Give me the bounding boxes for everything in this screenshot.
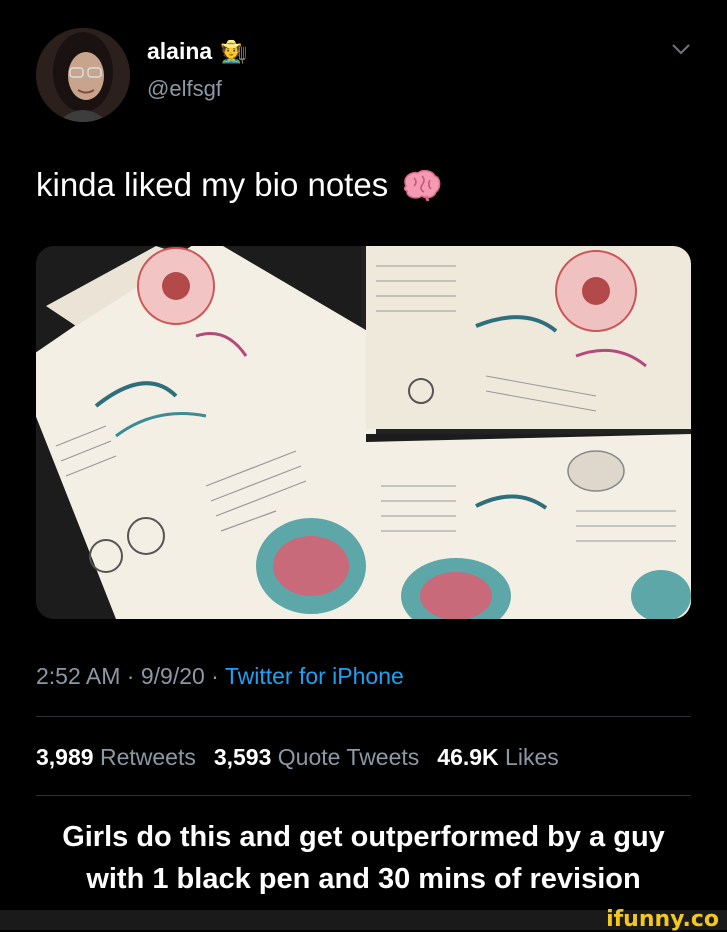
quote-tweets-stat[interactable]: 3,593 Quote Tweets	[214, 744, 419, 771]
divider	[36, 716, 691, 717]
tweet-body: kinda liked my bio notes	[36, 166, 389, 203]
display-name[interactable]: alaina	[147, 38, 212, 65]
notes-photo-bottom-right	[366, 434, 691, 619]
avatar[interactable]	[36, 28, 130, 122]
user-handle[interactable]: @elfsgf	[147, 76, 222, 102]
retweets-stat[interactable]: 3,989 Retweets	[36, 744, 196, 771]
tweet-time: 2:52 AM	[36, 663, 121, 689]
notes-photo-left	[36, 246, 376, 619]
quote-tweets-count: 3,593	[213, 744, 272, 770]
retweets-count: 3,989	[36, 744, 94, 770]
notes-photo-grid	[36, 246, 691, 619]
engagement-stats: 3,989 Retweets 3,593 Quote Tweets 46.9K …	[36, 744, 559, 771]
brain-icon	[404, 169, 441, 202]
tweet-card: alaina 🧑‍🌾 @elfsgf kinda liked my bio no…	[0, 0, 727, 800]
avatar-photo	[36, 28, 130, 122]
chevron-down-icon[interactable]	[671, 42, 691, 56]
meta-separator: ·	[120, 663, 141, 689]
tweet-meta: 2:52 AM · 9/9/20 · Twitter for iPhone	[36, 663, 404, 690]
meme-caption: Girls do this and get outperformed by a …	[0, 816, 727, 900]
divider	[36, 795, 691, 796]
tweet-source-link[interactable]: Twitter for iPhone	[225, 663, 404, 689]
caption-line-2: with 1 black pen and 30 mins of revision	[86, 863, 641, 895]
notes-photo-top-right	[366, 246, 691, 429]
quote-tweets-label: Quote Tweets	[277, 744, 420, 770]
tweet-media[interactable]	[36, 246, 691, 619]
retweets-label: Retweets	[99, 744, 196, 770]
likes-count: 46.9K	[437, 744, 499, 770]
likes-label: Likes	[505, 744, 559, 770]
tweet-text: kinda liked my bio notes	[36, 166, 442, 204]
farmer-emoji-icon: 🧑‍🌾	[220, 38, 248, 64]
likes-stat[interactable]: 46.9K Likes	[437, 744, 558, 771]
tweet-date[interactable]: 9/9/20	[141, 663, 205, 689]
caption-line-1: Girls do this and get outperformed by a …	[62, 821, 665, 853]
ifunny-watermark: ifunny.co	[606, 907, 719, 932]
meta-separator: ·	[204, 663, 225, 689]
name-row: alaina 🧑‍🌾	[147, 38, 248, 65]
